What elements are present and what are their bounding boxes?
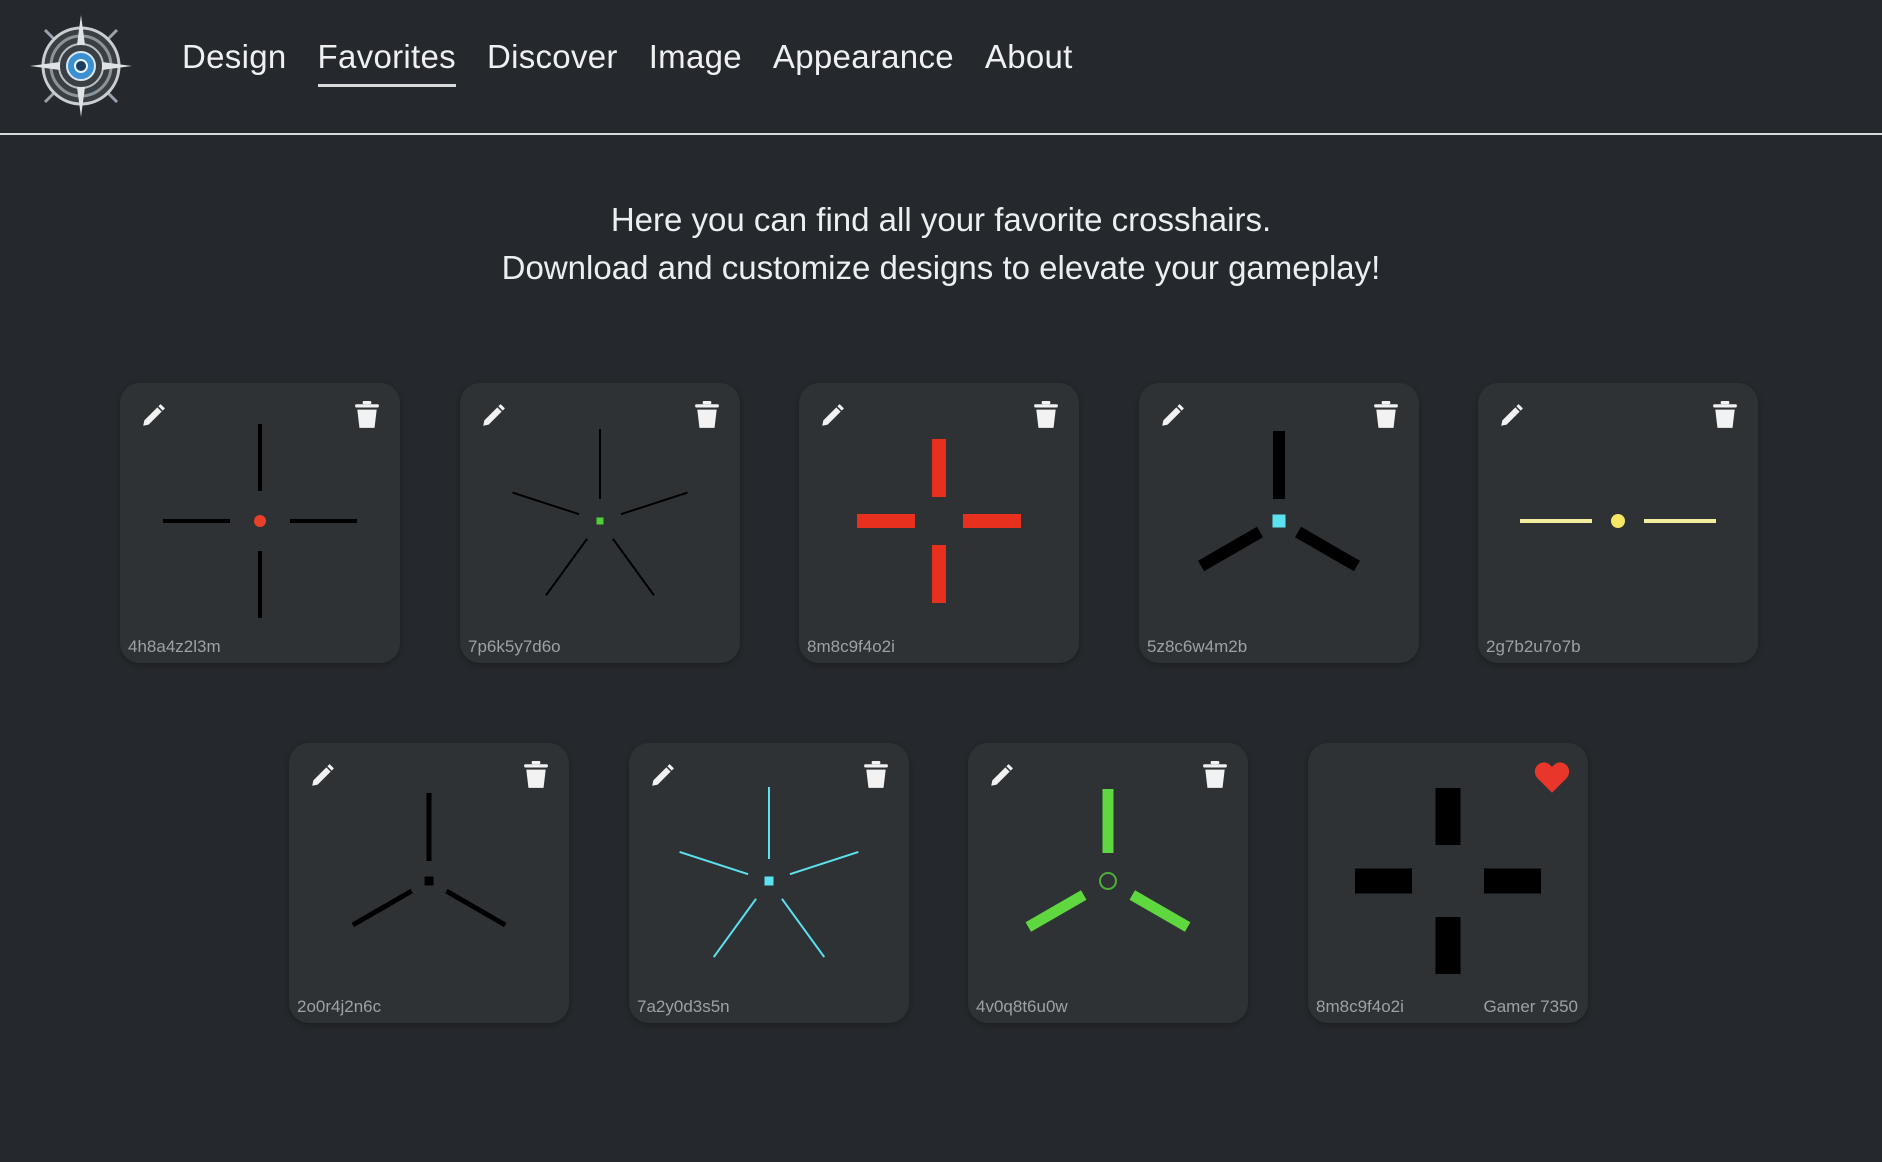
delete-trash-icon[interactable] <box>1202 761 1228 789</box>
edit-pencil-icon[interactable] <box>1159 403 1185 429</box>
crosshair-card[interactable]: 8m8c9f4o2i Gamer 7350 <box>1308 743 1588 1023</box>
crosshair-id: 5z8c6w4m2b <box>1147 637 1248 656</box>
crosshair-id: 7p6k5y7d6o <box>468 637 561 656</box>
crosshair-card[interactable]: 2g7b2u7o7b <box>1478 383 1758 663</box>
crosshair-arm <box>679 851 749 876</box>
app-logo[interactable] <box>30 15 132 117</box>
crosshair-id: 8m8c9f4o2i <box>807 637 895 656</box>
main-nav: Design Favorites Discover Image Appearance Ab… <box>182 38 1073 87</box>
crosshair-id: 2o0r4j2n6c <box>297 997 382 1016</box>
nav-appearance[interactable]: Appearance <box>773 38 954 87</box>
crosshair-card[interactable]: 5z8c6w4m2b <box>1139 383 1419 663</box>
crosshair-card[interactable]: 4h8a4z2l3m <box>120 383 400 663</box>
nav-favorites[interactable]: Favorites <box>317 38 456 87</box>
crosshair-dot <box>596 517 604 525</box>
delete-trash-icon[interactable] <box>1373 401 1399 429</box>
delete-trash-icon[interactable] <box>354 401 380 429</box>
intro-text: Here you can find all your favorite cros… <box>0 196 1882 292</box>
crosshair-arm <box>789 851 859 876</box>
crosshair-id: 2g7b2u7o7b <box>1486 637 1581 656</box>
crosshair-dot <box>1272 514 1286 528</box>
crosshair-id: 4v0q8t6u0w <box>976 997 1068 1016</box>
edit-pencil-icon[interactable] <box>988 763 1014 789</box>
edit-pencil-icon[interactable] <box>649 763 675 789</box>
crosshair-dot <box>1099 872 1117 890</box>
crosshair-arm <box>351 888 413 928</box>
crosshair-author[interactable]: Gamer 7350 <box>1484 997 1579 1017</box>
nav-image[interactable]: Image <box>649 38 742 87</box>
intro-line-2: Download and customize designs to elevat… <box>501 249 1381 286</box>
crosshair-arm <box>612 538 655 597</box>
edit-pencil-icon[interactable] <box>819 403 845 429</box>
crosshair-arm <box>512 491 580 516</box>
crosshair-dot <box>254 515 266 527</box>
crosshair-card[interactable]: 7p6k5y7d6o <box>460 383 740 663</box>
nav-about[interactable]: About <box>985 38 1073 87</box>
delete-trash-icon[interactable] <box>1033 401 1059 429</box>
crosshair-dot <box>764 876 774 886</box>
crosshair-dot <box>1611 514 1625 528</box>
edit-pencil-icon[interactable] <box>480 403 506 429</box>
crosshair-id: 8m8c9f4o2i <box>1316 997 1404 1016</box>
edit-pencil-icon[interactable] <box>140 403 166 429</box>
delete-trash-icon[interactable] <box>863 761 889 789</box>
nav-design[interactable]: Design <box>182 38 287 87</box>
crosshair-dot <box>424 876 434 886</box>
nav-discover[interactable]: Discover <box>487 38 618 87</box>
crosshair-arm <box>712 898 757 958</box>
crosshair-arm <box>1198 526 1263 572</box>
edit-pencil-icon[interactable] <box>1498 403 1524 429</box>
top-nav-bar: Design Favorites Discover Image Appearance Ab… <box>0 0 1882 135</box>
crosshair-arm <box>1295 526 1360 572</box>
crosshair-arm <box>1025 890 1087 932</box>
crosshair-arm <box>1129 890 1191 932</box>
crosshair-arm <box>781 898 826 958</box>
crosshair-id: 4h8a4z2l3m <box>128 637 221 656</box>
crosshair-card[interactable]: 8m8c9f4o2i <box>799 383 1079 663</box>
crosshair-id: 7a2y0d3s5n <box>637 997 730 1016</box>
delete-trash-icon[interactable] <box>694 401 720 429</box>
intro-line-1: Here you can find all your favorite cros… <box>610 201 1272 238</box>
crosshair-arm <box>445 888 507 928</box>
crosshair-card[interactable]: 7a2y0d3s5n <box>629 743 909 1023</box>
crosshair-arm <box>545 538 588 597</box>
favorite-heart-icon[interactable] <box>1534 761 1570 793</box>
crosshair-arm <box>620 491 688 516</box>
delete-trash-icon[interactable] <box>1712 401 1738 429</box>
delete-trash-icon[interactable] <box>523 761 549 789</box>
crosshair-card[interactable]: 4v0q8t6u0w <box>968 743 1248 1023</box>
crosshair-card[interactable]: 2o0r4j2n6c <box>289 743 569 1023</box>
edit-pencil-icon[interactable] <box>309 763 335 789</box>
